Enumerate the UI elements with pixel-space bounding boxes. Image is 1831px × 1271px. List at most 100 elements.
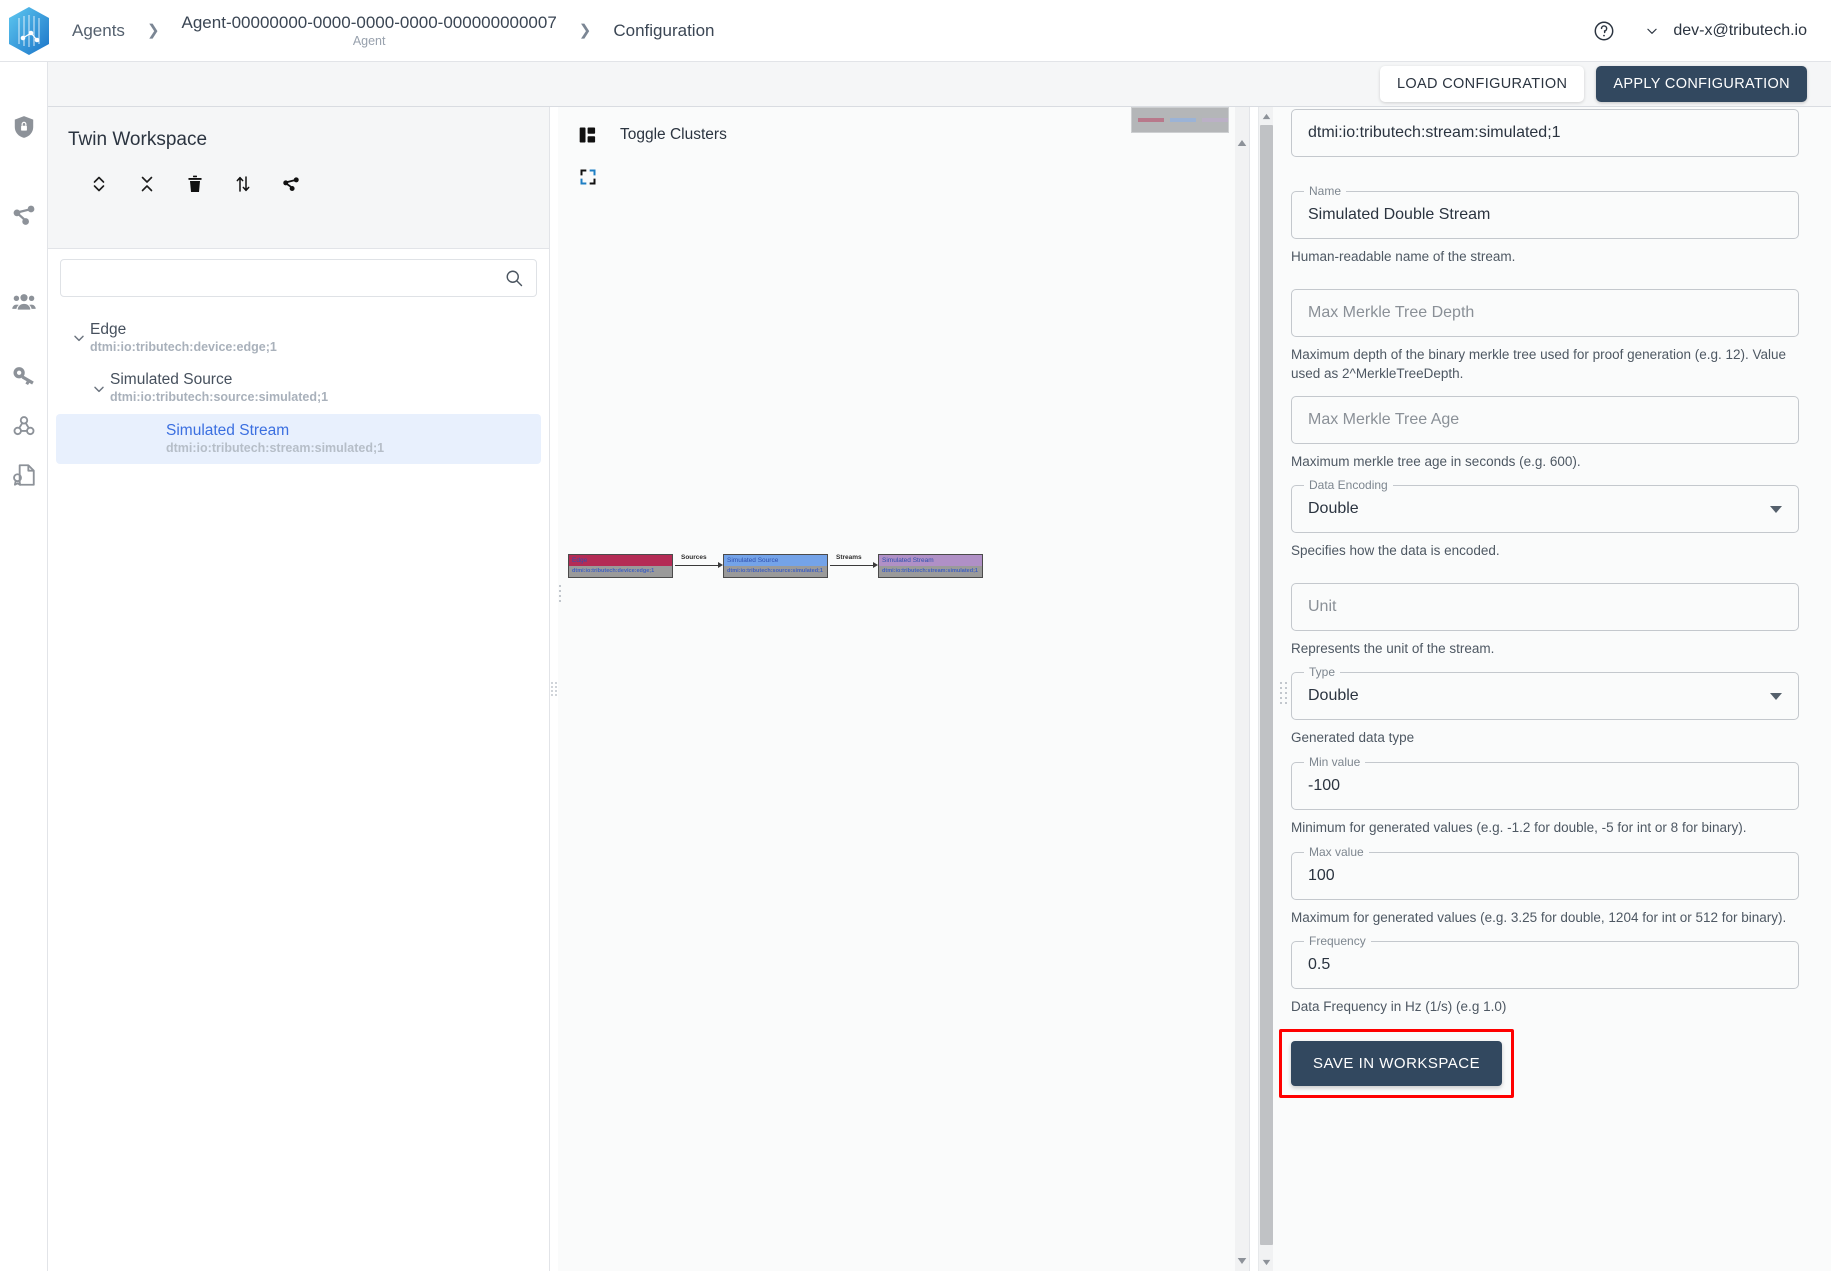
- breadcrumb-agent-id: Agent-00000000-0000-0000-0000-0000000000…: [181, 13, 557, 32]
- delete-button[interactable]: [184, 173, 206, 195]
- chevron-down-icon: [1647, 28, 1658, 34]
- chevron-up-down-icon: [93, 176, 105, 192]
- max-merkle-tree-depth-field[interactable]: Max Merkle Tree Depth: [1291, 288, 1799, 337]
- rail-item-users[interactable]: [11, 289, 37, 315]
- dtmi-value: dtmi:io:tributech:stream:simulated;1: [1308, 124, 1561, 141]
- chevron-down-icon[interactable]: [1770, 693, 1782, 701]
- chevron-collapse-icon: [141, 176, 153, 192]
- scroll-down-arrow-icon[interactable]: [1237, 1257, 1247, 1265]
- dtmi-field[interactable]: dtmi:io:tributech:stream:simulated;1: [1291, 109, 1799, 157]
- chevron-down-icon[interactable]: [1770, 506, 1782, 514]
- tree-item-simulated-stream[interactable]: Simulated Stream dtmi:io:tributech:strea…: [56, 413, 541, 465]
- share-nodes-icon: [283, 177, 299, 191]
- panel-splitter-left[interactable]: [550, 107, 558, 1271]
- max-value-field[interactable]: Max value 100: [1291, 844, 1799, 900]
- save-in-workspace-button[interactable]: SAVE IN WORKSPACE: [1291, 1040, 1503, 1086]
- tree-item-label: Edge: [90, 321, 127, 338]
- help-icon[interactable]: [1593, 20, 1615, 42]
- name-field[interactable]: Name Simulated Double Stream: [1291, 184, 1799, 239]
- chevron-down-icon[interactable]: [88, 378, 110, 400]
- twin-workspace-header: Twin Workspace: [48, 107, 549, 249]
- rail-item-keys[interactable]: [11, 363, 37, 389]
- tree-item-label: Simulated Stream: [166, 421, 290, 439]
- tree-item-text: Simulated Stream dtmi:io:tributech:strea…: [166, 422, 384, 456]
- twin-workspace-panel: Twin Workspace Edge dtmi:io:tributech:de…: [48, 107, 550, 1271]
- tree-item-simulated-source[interactable]: Simulated Source dtmi:io:tributech:sourc…: [48, 363, 549, 413]
- app-logo[interactable]: [0, 0, 58, 62]
- type-select[interactable]: Type Double: [1291, 665, 1799, 721]
- graph-node-simulated-source[interactable]: Simulated Source dtmi:io:tributech:sourc…: [723, 554, 828, 578]
- search-input[interactable]: [73, 270, 504, 286]
- user-email: dev-x@tributech.io: [1673, 21, 1807, 39]
- data-encoding-select[interactable]: Data Encoding Double: [1291, 478, 1799, 534]
- search-box[interactable]: [60, 259, 537, 297]
- max-merkle-tree-age-field[interactable]: Max Merkle Tree Age: [1291, 395, 1799, 444]
- rail-item-webhooks[interactable]: [11, 414, 37, 440]
- name-field-label: Name: [1304, 184, 1347, 198]
- tree-item-dtmi: dtmi:io:tributech:device:edge;1: [90, 339, 277, 354]
- tree-toolbar: [68, 173, 529, 195]
- user-menu[interactable]: dev-x@tributech.io: [1645, 22, 1807, 40]
- rail-item-security[interactable]: [11, 114, 37, 140]
- unit-placeholder: Unit: [1308, 597, 1337, 615]
- min-value-field[interactable]: Min value -100: [1291, 754, 1799, 810]
- webhook-icon: [13, 416, 35, 436]
- graph-node-title: Simulated Source: [724, 555, 827, 566]
- max-merkle-tree-age-placeholder: Max Merkle Tree Age: [1308, 410, 1460, 428]
- breadcrumb-agent-sublabel: Agent: [352, 34, 386, 48]
- search-icon[interactable]: [504, 268, 524, 288]
- graph-node-simulated-stream[interactable]: Simulated Stream dtmi:io:tributech:strea…: [878, 554, 983, 578]
- tree-item-edge[interactable]: Edge dtmi:io:tributech:device:edge;1: [48, 313, 549, 363]
- scroll-up-arrow-icon[interactable]: [1262, 113, 1271, 120]
- min-value-label: Min value: [1304, 754, 1366, 769]
- people-group-icon: [12, 294, 36, 310]
- workspace-panels: Twin Workspace Edge dtmi:io:tributech:de…: [48, 107, 1831, 1271]
- graph-resize-handle[interactable]: [558, 585, 561, 602]
- breadcrumb-item-agent[interactable]: Agent-00000000-0000-0000-0000-0000000000…: [182, 13, 557, 48]
- tree-item-text: Simulated Source dtmi:io:tributech:sourc…: [110, 371, 328, 405]
- load-configuration-button[interactable]: LOAD CONFIGURATION: [1379, 66, 1585, 102]
- max-value-hint: Maximum for generated values (e.g. 3.25 …: [1291, 909, 1787, 925]
- max-value-label: Max value: [1304, 844, 1369, 859]
- app-root: Agents ❯ Agent-00000000-0000-0000-0000-0…: [0, 0, 1831, 1271]
- data-encoding-value: Double: [1308, 500, 1359, 518]
- graph-node-edge[interactable]: Edge dtmi:io:tributech:device:edge;1: [568, 554, 673, 578]
- save-button-wrapper: SAVE IN WORKSPACE: [1279, 1028, 1515, 1098]
- top-bar-right: dev-x@tributech.io: [1593, 20, 1831, 42]
- tree-item-dtmi: dtmi:io:tributech:stream:simulated;1: [166, 440, 385, 455]
- tributech-hex-logo-icon: [9, 6, 49, 55]
- breadcrumb-item-configuration[interactable]: Configuration: [613, 21, 714, 41]
- tree-item-dtmi: dtmi:io:tributech:source:simulated;1: [110, 390, 329, 405]
- tree-item-label: Simulated Source: [110, 371, 233, 389]
- form-scroll-thumb[interactable]: [1260, 125, 1273, 1245]
- rail-item-twin-graph[interactable]: [11, 202, 37, 228]
- scroll-down-arrow-icon[interactable]: [1262, 1259, 1271, 1266]
- sort-button[interactable]: [232, 173, 254, 195]
- scroll-up-arrow-icon[interactable]: [1237, 139, 1247, 147]
- twin-tree: Edge dtmi:io:tributech:device:edge;1 Sim…: [48, 313, 549, 465]
- drag-handle-icon: [551, 682, 557, 696]
- left-icon-rail: [0, 62, 48, 1271]
- data-encoding-label: Data Encoding: [1304, 478, 1393, 493]
- unit-field[interactable]: Unit: [1291, 582, 1799, 631]
- name-field-value: Simulated Double Stream: [1308, 206, 1491, 223]
- breadcrumb-separator-icon-2: ❯: [578, 22, 592, 39]
- rail-item-certificates[interactable]: [11, 462, 37, 488]
- unit-hint: Represents the unit of the stream.: [1291, 640, 1495, 656]
- graph-scrollbar[interactable]: [1235, 107, 1249, 1271]
- form-scrollbar[interactable]: [1258, 107, 1273, 1271]
- hierarchy-button[interactable]: [280, 173, 302, 195]
- breadcrumb-separator-icon: ❯: [146, 22, 160, 39]
- graph-canvas[interactable]: Edge dtmi:io:tributech:device:edge;1 Sou…: [558, 107, 1236, 1271]
- graph-edge-line: [830, 565, 876, 566]
- breadcrumb: Agents ❯ Agent-00000000-0000-0000-0000-0…: [72, 13, 715, 48]
- collapse-all-button[interactable]: [136, 173, 158, 195]
- panel-title: Twin Workspace: [68, 129, 208, 150]
- expand-all-button[interactable]: [88, 173, 110, 195]
- chevron-down-icon[interactable]: [68, 327, 90, 349]
- tree-search-row: [48, 249, 549, 297]
- apply-configuration-button[interactable]: APPLY CONFIGURATION: [1596, 66, 1807, 102]
- frequency-field[interactable]: Frequency 0.5: [1291, 934, 1799, 990]
- breadcrumb-item-agents[interactable]: Agents: [72, 21, 125, 41]
- graph-node-dtmi: dtmi:io:tributech:stream:simulated;1: [879, 566, 982, 577]
